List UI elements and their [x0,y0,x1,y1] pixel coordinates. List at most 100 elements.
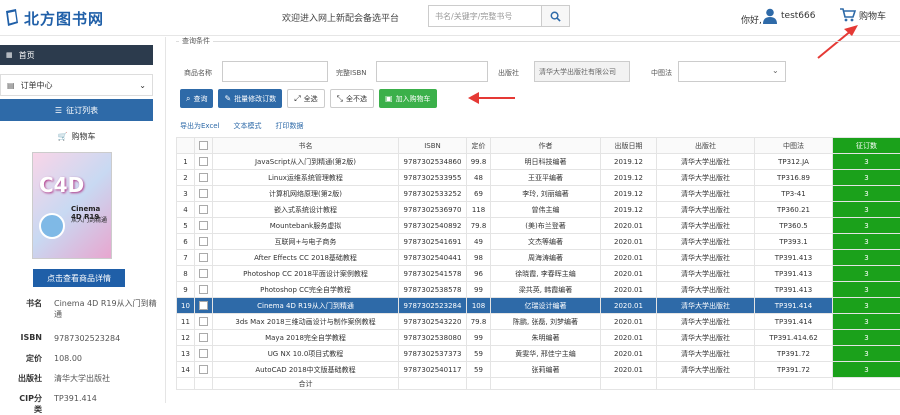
cell-count[interactable]: 3 [833,330,900,346]
table-row[interactable]: 5Mountebank服务虚拟978730254089279.8(美)布兰登著2… [177,218,900,234]
title-input[interactable] [222,61,328,82]
cell-count[interactable]: 3 [833,266,900,282]
col-author[interactable]: 作者 [491,138,601,154]
table-row[interactable]: 12Maya 2018完全自学教程978730253808099朱明编著2020… [177,330,900,346]
cell-checkbox[interactable] [195,186,213,202]
row-checkbox[interactable] [199,189,208,198]
cell-count[interactable]: 3 [833,250,900,266]
cell-publisher: 清华大学出版社 [657,154,755,170]
table-row[interactable]: 7After Effects CC 2018基础教程97873025404419… [177,250,900,266]
cell-checkbox[interactable] [195,202,213,218]
search-input[interactable]: 书名/关键字/完整书号 [428,5,542,27]
isbn-input[interactable] [376,61,488,82]
cell-checkbox[interactable] [195,250,213,266]
export-excel-link[interactable]: 导出为Excel [180,121,220,131]
col-pubdate[interactable]: 出版日期 [601,138,657,154]
table-row[interactable]: 9Photoshop CC完全自学教程978730253857899梁共英, 韩… [177,282,900,298]
cell-checkbox[interactable] [195,346,213,362]
view-details-button[interactable]: 点击查看商品详情 [33,269,125,287]
cell-checkbox[interactable] [195,170,213,186]
row-checkbox[interactable] [199,173,208,182]
site-logo[interactable]: 北方图书网 [4,6,104,30]
cell-clc: TP316.89 [755,170,833,186]
table-row[interactable]: 1JavaScript从入门到精通(第2版)978730253486099.8明… [177,154,900,170]
row-checkbox[interactable] [199,285,208,294]
row-checkbox[interactable] [199,221,208,230]
row-checkbox[interactable] [199,253,208,262]
cell-count[interactable]: 3 [833,186,900,202]
search-button[interactable] [542,5,570,27]
cell-publisher: 清华大学出版社 [657,202,755,218]
cell-checkbox[interactable] [195,266,213,282]
cell-count[interactable]: 3 [833,314,900,330]
table-row[interactable]: 10Cinema 4D R19从入门到精通9787302523284108亿瑞设… [177,298,900,314]
row-checkbox[interactable] [199,301,208,310]
add-to-cart-button[interactable]: ▣ 加入购物车 [379,89,437,108]
cell-author: 王亚平编著 [491,170,601,186]
checkbox[interactable] [199,141,208,150]
sidebar-item-subscription-list[interactable]: ☰ 征订列表 [0,99,153,121]
cell-checkbox[interactable] [195,362,213,378]
cart-link[interactable]: 购物车 [840,8,886,22]
cell-count[interactable]: 3 [833,170,900,186]
table-row[interactable]: 3计算机网络原理(第2版)978730253325269李玲, 刘丽编著2019… [177,186,900,202]
cell-count[interactable]: 3 [833,346,900,362]
row-checkbox[interactable] [199,237,208,246]
cell-count[interactable]: 3 [833,218,900,234]
table-row[interactable]: 13UG NX 10.0项目式教程978730253737359黄雯华, 邢佳宁… [177,346,900,362]
row-checkbox[interactable] [199,157,208,166]
cell-count[interactable]: 3 [833,362,900,378]
row-checkbox[interactable] [199,269,208,278]
row-checkbox[interactable] [199,317,208,326]
col-subscribe-count[interactable]: 征订数 [833,138,900,154]
col-publisher[interactable]: 出版社 [657,138,755,154]
cell-checkbox[interactable] [195,314,213,330]
publisher-input[interactable]: 清华大学出版社有限公司 [534,61,630,82]
info-key: ISBN [12,333,42,342]
text-mode-link[interactable]: 文本模式 [234,121,262,131]
row-checkbox[interactable] [199,365,208,374]
col-clc[interactable]: 中图法 [755,138,833,154]
top-bar: 北方图书网 欢迎进入网上新配会备选平台 书名/关键字/完整书号 你好, test… [0,0,900,36]
table-row[interactable]: 2Linux运维系统管理教程978730253395548王亚平编著2019.1… [177,170,900,186]
cell-checkbox[interactable] [195,218,213,234]
table-row[interactable]: 113ds Max 2018三维动画设计与制作案例教程9787302543220… [177,314,900,330]
row-checkbox[interactable] [199,205,208,214]
cell-count[interactable]: 3 [833,154,900,170]
query-button[interactable]: ⌕ 查询 [180,89,213,108]
table-row[interactable]: 14AutoCAD 2018中文版基础教程978730254011759张莉编著… [177,362,900,378]
table-row[interactable]: 8Photoshop CC 2018平面设计案例教程97873025415789… [177,266,900,282]
batch-edit-button[interactable]: ✎ 批量修改订数 [218,89,282,108]
row-checkbox[interactable] [199,349,208,358]
col-price[interactable]: 定价 [467,138,491,154]
cell-checkbox[interactable] [195,282,213,298]
clc-select[interactable] [678,61,786,82]
sidebar-item-order-center[interactable]: ▤ 订单中心 ⌄ [0,74,153,96]
cell-checkbox[interactable] [195,330,213,346]
cell-checkbox[interactable] [195,234,213,250]
select-none-button[interactable]: ⤡ 全不选 [330,89,374,108]
cell-isbn: 9787302533252 [399,186,467,202]
row-checkbox[interactable] [199,333,208,342]
print-data-link[interactable]: 打印数据 [276,121,304,131]
cell-checkbox[interactable] [195,298,213,314]
cell-author: 陈鹏, 张磊, 刘梦编著 [491,314,601,330]
cell-count[interactable]: 3 [833,282,900,298]
cell-checkbox[interactable] [195,154,213,170]
cell-count[interactable]: 3 [833,202,900,218]
cell-title: Cinema 4D R19从入门到精通 [213,298,399,314]
user-menu[interactable]: test666 [763,8,815,24]
select-all-button[interactable]: ⤢ 全选 [287,89,324,108]
col-checkbox[interactable] [195,138,213,154]
sidebar-item-cart[interactable]: 🛒 购物车 [0,125,153,147]
col-title[interactable]: 书名 [213,138,399,154]
cell-count[interactable]: 3 [833,298,900,314]
col-isbn[interactable]: ISBN [399,138,467,154]
cell-pubdate: 2020.01 [601,218,657,234]
cell-index: 13 [177,346,195,362]
table-row[interactable]: 4嵌入式系统设计教程9787302536970118曾伟主编2019.12清华大… [177,202,900,218]
cell-author: 曾伟主编 [491,202,601,218]
sidebar-item-home[interactable]: ▦ 首页 [0,45,153,65]
table-row[interactable]: 6互联网+与电子商务978730254169149文杰等编著2020.01清华大… [177,234,900,250]
cell-count[interactable]: 3 [833,234,900,250]
